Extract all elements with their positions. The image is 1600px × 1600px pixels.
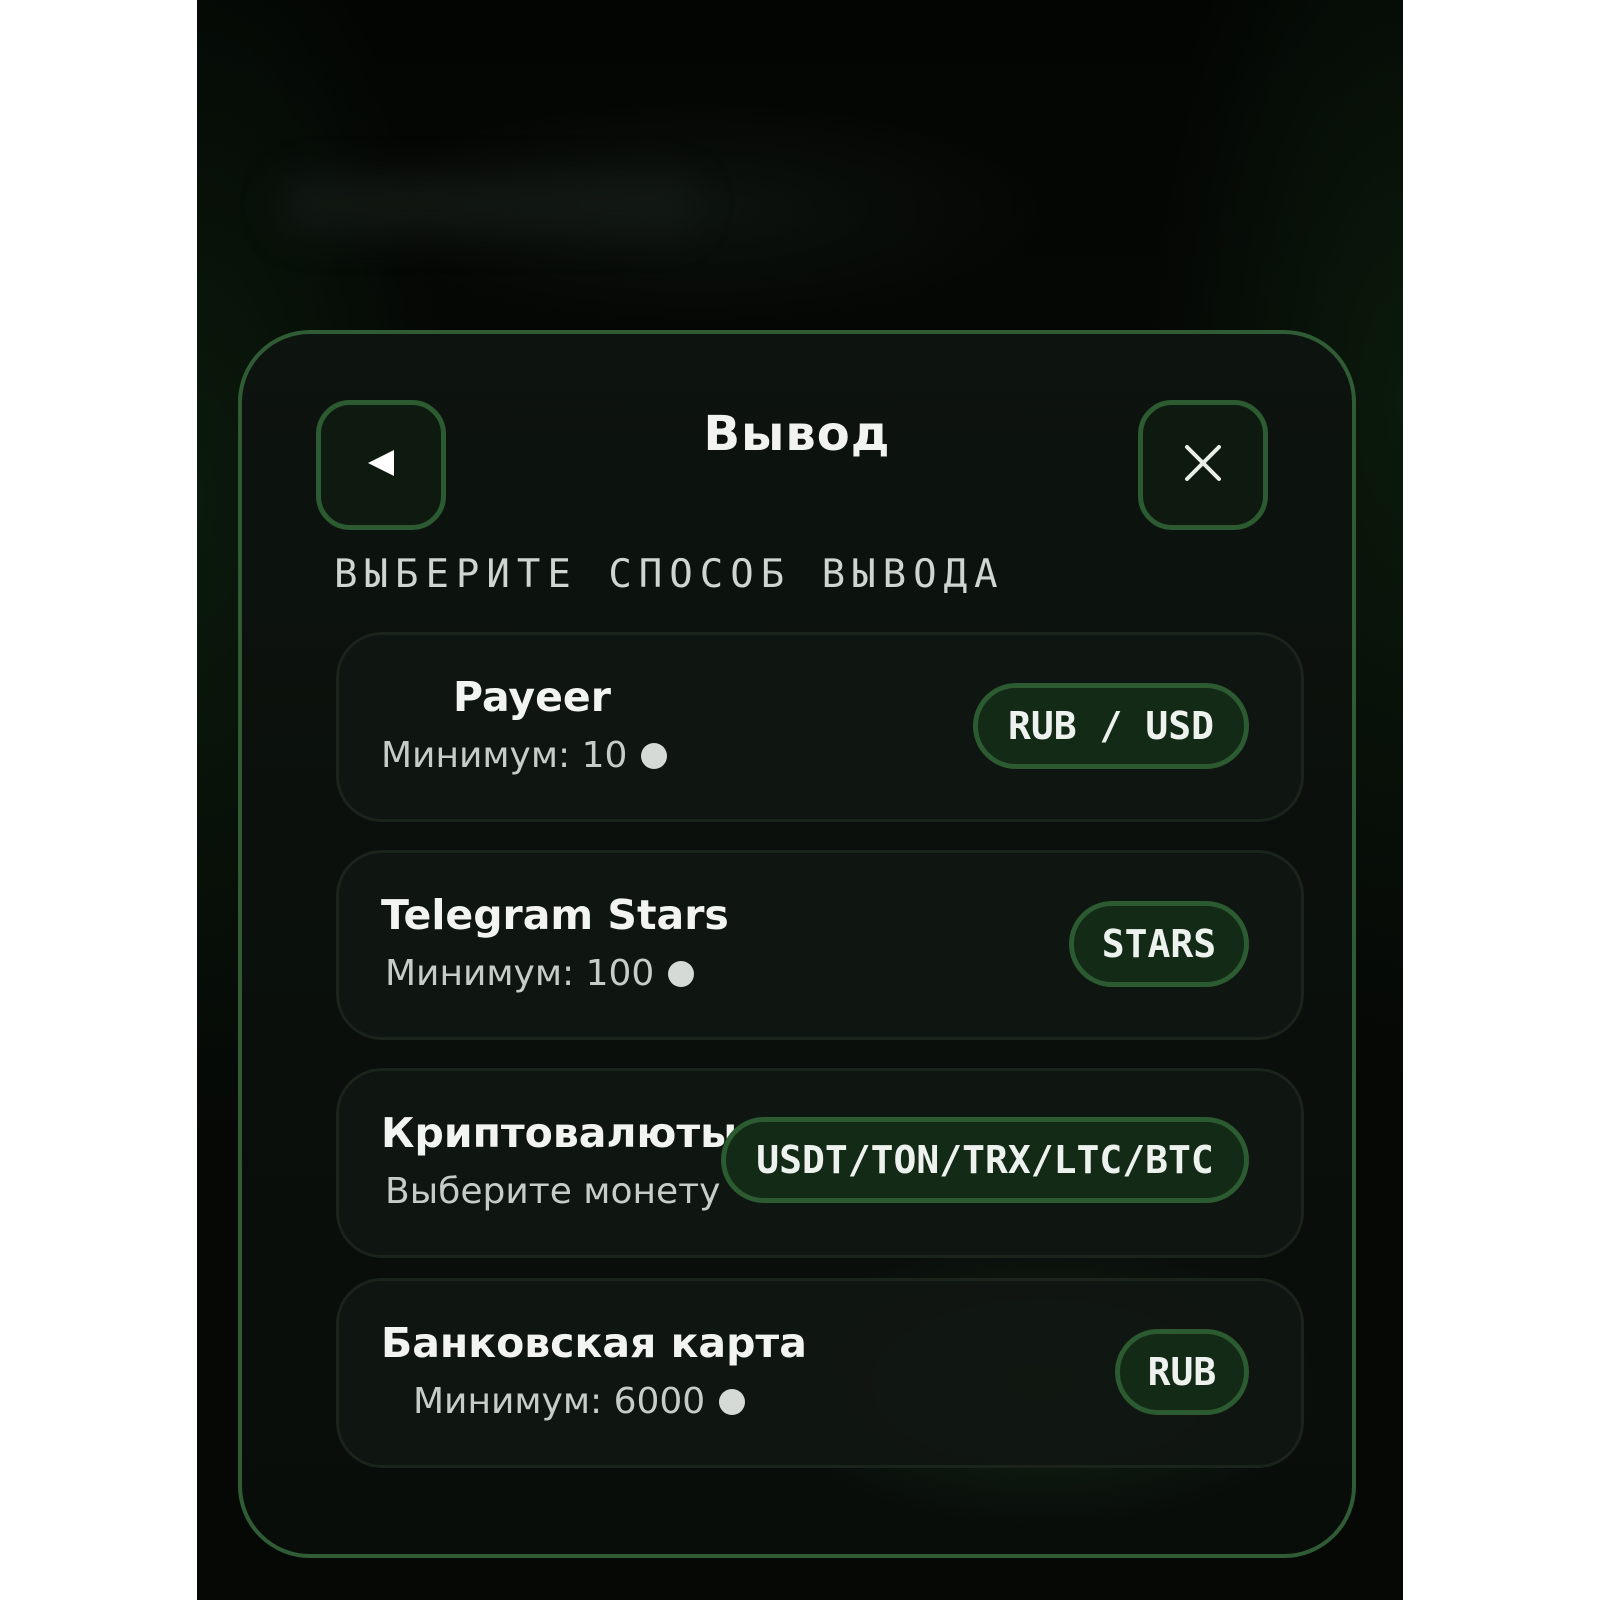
withdraw-method-telegram-stars[interactable]: Telegram Stars Минимум: 100 STARS [336,850,1304,1040]
currency-badge[interactable]: USDT/TON/TRX/LTC/BTC [721,1117,1249,1203]
section-subtitle: ВЫБЕРИТЕ СПОСОБ ВЫВОДА [334,552,1005,597]
method-name: Payeer [453,673,611,721]
method-coin-hint-text: Выберите монету [385,1171,721,1212]
coin-icon [719,1388,746,1415]
blurred-background-content [277,175,697,235]
method-coin-hint: Выберите монету [385,1171,720,1212]
method-minimum: Минимум: 100 [385,953,695,994]
close-button[interactable] [1138,400,1268,530]
method-name: Криптовалюты [381,1109,738,1157]
coin-icon [668,960,695,987]
method-name: Telegram Stars [381,891,729,939]
coin-icon [641,742,668,769]
method-minimum-text: Минимум: 10 [381,735,628,776]
withdraw-method-payeer[interactable]: Payeer Минимум: 10 RUB / USD [336,632,1304,822]
method-minimum: Минимум: 6000 [413,1381,746,1422]
currency-badge[interactable]: RUB / USD [973,683,1249,769]
withdraw-method-bank-card[interactable]: Банковская карта Минимум: 6000 RUB [336,1278,1304,1468]
currency-badge[interactable]: RUB [1115,1329,1249,1415]
method-minimum: Минимум: 10 [381,735,668,776]
withdraw-method-crypto[interactable]: Криптовалюты Выберите монету USDT/TON/TR… [336,1068,1304,1258]
method-minimum-text: Минимум: 6000 [413,1381,706,1422]
method-minimum-text: Минимум: 100 [385,953,655,994]
app-screen: Вывод ВЫБЕРИТЕ СПОСОБ ВЫВОДА Payeer Мини… [197,0,1403,1600]
method-name: Банковская карта [381,1319,807,1367]
withdraw-modal: Вывод ВЫБЕРИТЕ СПОСОБ ВЫВОДА Payeer Мини… [238,330,1356,1558]
close-icon [1183,443,1223,488]
currency-badge[interactable]: STARS [1069,901,1249,987]
